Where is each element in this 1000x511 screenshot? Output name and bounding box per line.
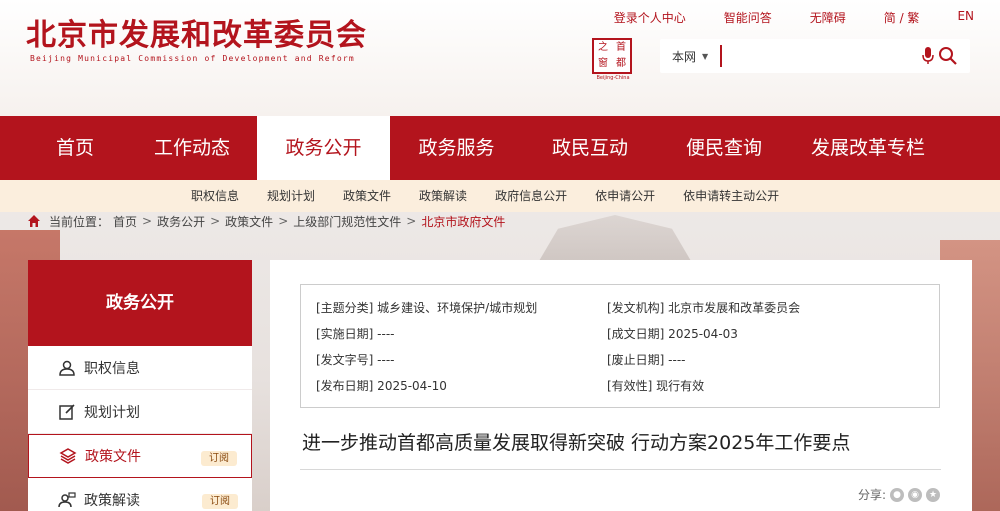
- nav-gov-services[interactable]: 政务服务: [390, 116, 523, 180]
- search-bar: 本网 ▼: [660, 39, 970, 73]
- share-label: 分享:: [857, 488, 886, 502]
- weibo-share-icon[interactable]: ◉: [908, 487, 922, 502]
- breadcrumb-label: 当前位置：: [49, 214, 110, 229]
- breadcrumb: 当前位置： 首页 > 政务公开 > 政策文件 > 上级部门规范性文件 > 北京市…: [27, 212, 505, 230]
- document-metadata-table: [主题分类] 城乡建设、环境保护/城市规划 [发文机构] 北京市发展和改革委员会…: [300, 284, 940, 408]
- breadcrumb-separator: >: [210, 214, 221, 228]
- nav-gov-affairs[interactable]: 政务公开: [257, 116, 390, 180]
- sidebar-item-authority-info[interactable]: 职权信息: [28, 346, 252, 390]
- meta-validity: [有效性] 现行有效: [607, 379, 705, 393]
- breadcrumb-separator: >: [278, 214, 289, 228]
- wechat-share-icon[interactable]: ●: [890, 487, 904, 502]
- search-scope-label: 本网: [672, 49, 697, 64]
- subnav-plans[interactable]: 规划计划: [267, 180, 315, 212]
- nav-work-news[interactable]: 工作动态: [127, 116, 257, 180]
- search-scope-dropdown[interactable]: 本网 ▼: [672, 48, 708, 65]
- nav-home[interactable]: 首页: [23, 116, 127, 180]
- meta-subject: [主题分类] 城乡建设、环境保护/城市规划: [316, 301, 538, 315]
- search-input[interactable]: [720, 45, 911, 67]
- breadcrumb-policy-docs[interactable]: 政策文件: [225, 213, 273, 230]
- sidebar-item-label: 政策解读: [84, 492, 140, 509]
- nav-reform-column[interactable]: 发展改革专栏: [791, 116, 945, 180]
- breadcrumb-gov-affairs[interactable]: 政务公开: [157, 213, 205, 230]
- share-bar: 分享: ● ◉ ★: [858, 486, 940, 503]
- sub-nav: 职权信息 规划计划 政策文件 政策解读 政府信息公开 依申请公开 依申请转主动公…: [0, 180, 1000, 212]
- breadcrumb-separator: >: [142, 214, 153, 228]
- meta-effective-date: [实施日期] ----: [316, 327, 395, 341]
- subnav-on-request-disclosure[interactable]: 依申请公开: [595, 180, 655, 212]
- top-links: 登录个人中心 智能问答 无障碍 简 / 繁 EN: [576, 9, 974, 26]
- breadcrumb-superior-docs[interactable]: 上级部门规范性文件: [293, 213, 401, 230]
- language-toggle-link[interactable]: 简 / 繁: [884, 9, 920, 26]
- sidebar-item-plans[interactable]: 规划计划: [28, 390, 252, 434]
- site-logo-title[interactable]: 北京市发展和改革委员会: [26, 10, 367, 54]
- layers-icon: [59, 448, 77, 464]
- emblem-caption: Beijing-China: [596, 75, 630, 81]
- subscribe-button[interactable]: 订阅: [201, 451, 237, 466]
- breadcrumb-home[interactable]: 首页: [113, 213, 137, 230]
- sidebar-item-policy-docs[interactable]: 政策文件 订阅: [28, 434, 252, 478]
- meta-created-date: [成文日期] 2025-04-03: [607, 327, 738, 341]
- document-title: 进一步推动首都高质量发展取得新突破 行动方案2025年工作要点: [302, 432, 851, 454]
- search-icon[interactable]: [938, 46, 958, 66]
- home-icon: [28, 215, 40, 227]
- title-divider: [300, 469, 941, 470]
- sidebar-menu: 职权信息 规划计划 政策文件 订阅 政策解读 订阅: [28, 346, 252, 511]
- main-nav: 首页 工作动态 政务公开 政务服务 政民互动 便民查询 发展改革专栏: [0, 116, 1000, 180]
- sidebar-item-label: 规划计划: [84, 404, 140, 421]
- subnav-gov-info-disclosure[interactable]: 政府信息公开: [495, 180, 567, 212]
- meta-doc-number: [发文字号] ----: [316, 353, 395, 367]
- subnav-request-to-proactive[interactable]: 依申请转主动公开: [683, 180, 779, 212]
- chat-person-icon: [58, 491, 76, 507]
- meta-issuer: [发文机构] 北京市发展和改革委员会: [607, 301, 801, 315]
- nav-public-interaction[interactable]: 政民互动: [523, 116, 657, 180]
- meta-repeal-date: [废止日期] ----: [607, 353, 686, 367]
- meta-publish-date: [发布日期] 2025-04-10: [316, 379, 447, 393]
- login-link[interactable]: 登录个人中心: [614, 9, 686, 26]
- content-panel: [主题分类] 城乡建设、环境保护/城市规划 [发文机构] 北京市发展和改革委员会…: [270, 260, 972, 511]
- sidebar-item-policy-interpretation[interactable]: 政策解读 订阅: [28, 478, 252, 511]
- accessibility-link[interactable]: 无障碍: [810, 9, 846, 26]
- capital-window-emblem[interactable]: 之 首 窗 都 Beijing-China: [592, 38, 634, 84]
- edit-document-icon: [59, 403, 75, 420]
- caret-down-icon: ▼: [702, 51, 709, 61]
- subnav-policy-interpretation[interactable]: 政策解读: [419, 180, 467, 212]
- sidebar-item-label: 政策文件: [85, 449, 141, 465]
- subnav-authority-info[interactable]: 职权信息: [191, 180, 239, 212]
- nav-convenience-query[interactable]: 便民查询: [657, 116, 791, 180]
- microphone-icon[interactable]: [922, 47, 934, 65]
- favorite-star-icon[interactable]: ★: [926, 487, 940, 502]
- subnav-policy-docs[interactable]: 政策文件: [343, 180, 391, 212]
- english-link[interactable]: EN: [957, 9, 974, 26]
- person-icon: [59, 360, 75, 376]
- sidebar-item-label: 职权信息: [84, 360, 140, 377]
- breadcrumb-separator: >: [406, 214, 417, 228]
- site-header: 北京市发展和改革委员会 Beijing Municipal Commission…: [0, 0, 1000, 116]
- subscribe-button[interactable]: 订阅: [202, 494, 238, 509]
- smart-qa-link[interactable]: 智能问答: [724, 9, 772, 26]
- emblem-seal: 之 首 窗 都: [592, 38, 632, 74]
- site-logo-subtitle: Beijing Municipal Commission of Developm…: [30, 54, 355, 63]
- breadcrumb-current: 北京市政府文件: [421, 214, 506, 229]
- sidebar-heading: 政务公开: [28, 260, 252, 346]
